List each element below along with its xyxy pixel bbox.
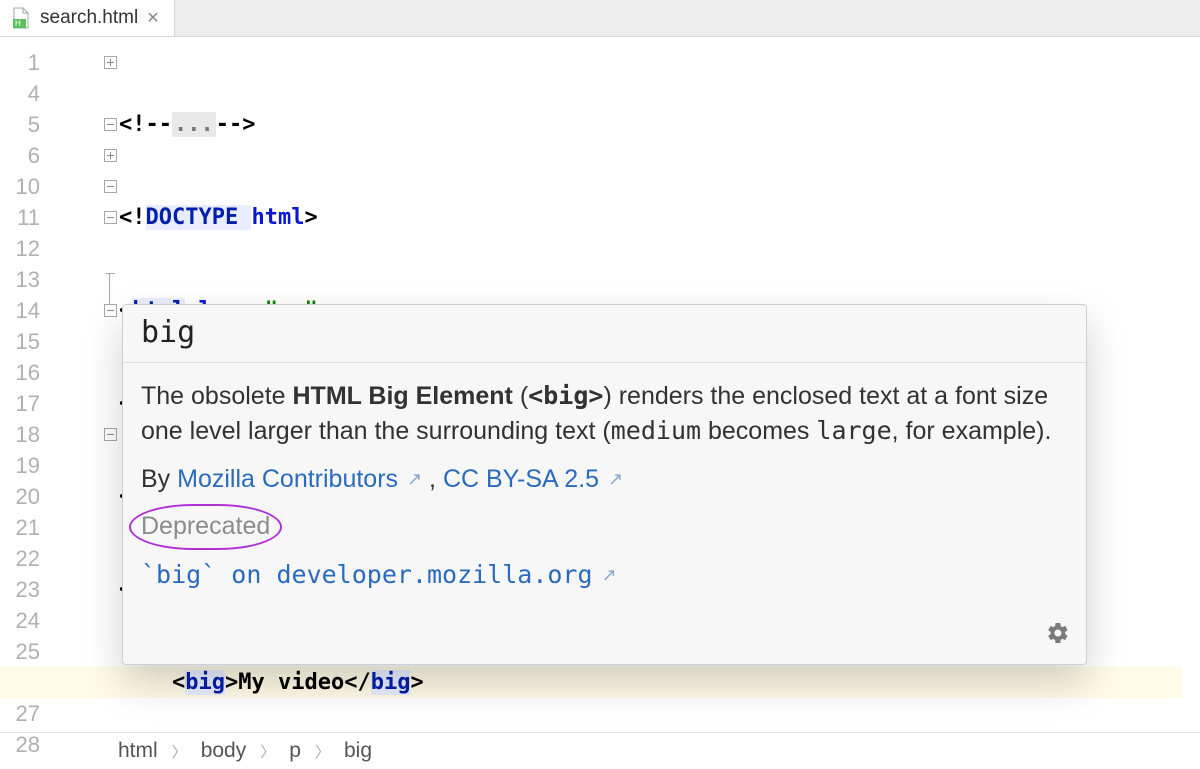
external-link-icon: ↗ — [608, 467, 623, 491]
file-tab[interactable]: H search.html ✕ — [0, 0, 175, 36]
gear-icon[interactable] — [1046, 621, 1070, 652]
fold-column — [49, 37, 119, 732]
tab-filename: search.html — [40, 7, 138, 29]
svg-text:H: H — [15, 19, 21, 28]
contributors-link[interactable]: Mozilla Contributors ↗ — [177, 465, 422, 493]
close-icon[interactable]: ✕ — [146, 8, 159, 28]
fold-collapse-icon[interactable] — [104, 118, 117, 131]
tab-bar: H search.html ✕ — [0, 0, 1200, 37]
line-number: 16 — [0, 357, 40, 388]
fold-expand-icon[interactable] — [104, 149, 117, 162]
line-number: 4 — [0, 78, 40, 109]
documentation-popup: big The obsolete HTML Big Element (<big>… — [122, 304, 1087, 665]
line-number: 14 — [0, 295, 40, 326]
error-stripe[interactable] — [1182, 37, 1200, 732]
fold-collapse-icon[interactable] — [104, 180, 117, 193]
external-link-icon: ↗ — [407, 467, 422, 491]
line-number: 25 — [0, 636, 40, 667]
fold-collapse-icon[interactable] — [104, 428, 117, 441]
html-file-icon: H — [10, 7, 32, 29]
line-number: 1 — [0, 47, 40, 78]
deprecated-badge: Deprecated — [141, 510, 270, 544]
line-number: 17 — [0, 388, 40, 419]
line-number: 28 — [0, 729, 40, 760]
external-link-icon: ↗ — [602, 563, 617, 587]
popup-title: big — [123, 305, 1086, 363]
line-number: 12 — [0, 233, 40, 264]
popup-description: The obsolete HTML Big Element (<big>) re… — [141, 379, 1068, 449]
line-number: 15 — [0, 326, 40, 357]
mdn-doc-link[interactable]: `big` on developer.mozilla.org ↗ — [141, 561, 617, 589]
line-number: 18 — [0, 419, 40, 450]
line-number: 13 — [0, 264, 40, 295]
popup-attribution: By Mozilla Contributors ↗ , CC BY-SA 2.5… — [141, 463, 1068, 497]
line-number: 27 — [0, 698, 40, 729]
fold-guide — [104, 273, 117, 286]
code-line: <!--...--> — [119, 109, 1182, 140]
line-number: 10 — [0, 171, 40, 202]
line-number: 20 — [0, 481, 40, 512]
line-number: 5 — [0, 109, 40, 140]
line-number: 23 — [0, 574, 40, 605]
fold-collapse-icon[interactable] — [104, 211, 117, 224]
popup-body: The obsolete HTML Big Element (<big>) re… — [123, 363, 1086, 621]
license-link[interactable]: CC BY-SA 2.5 ↗ — [443, 465, 623, 493]
line-number: 21 — [0, 512, 40, 543]
fold-collapse-icon[interactable] — [104, 304, 117, 317]
line-number: 6 — [0, 140, 40, 171]
fold-expand-icon[interactable] — [104, 56, 117, 69]
line-number: 22 — [0, 543, 40, 574]
code-line-highlighted: <big>My video</big> — [0, 667, 1182, 698]
line-number: 19 — [0, 450, 40, 481]
line-number: 11 — [0, 202, 40, 233]
code-line: <!DOCTYPE html> — [119, 202, 1182, 233]
line-number: 24 — [0, 605, 40, 636]
line-gutter: 1 4 5 6 10 11 12 13 14 15 16 17 18 19 20… — [0, 37, 49, 732]
code-editor[interactable]: 1 4 5 6 10 11 12 13 14 15 16 17 18 19 20… — [0, 37, 1200, 732]
